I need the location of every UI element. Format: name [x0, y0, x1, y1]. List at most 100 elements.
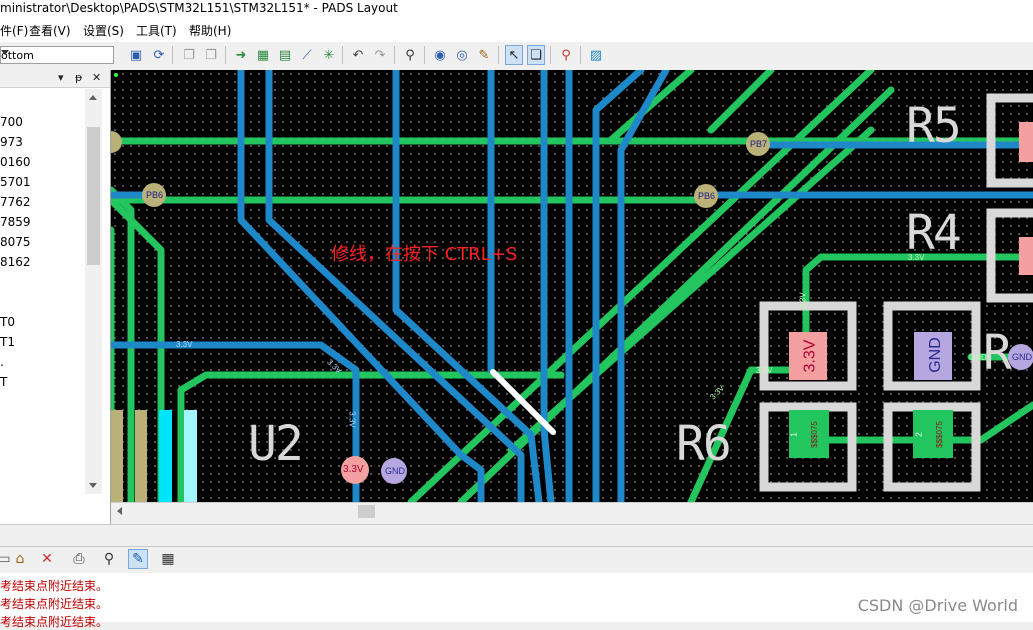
u2-pin [135, 410, 147, 502]
pad-r4 [1019, 237, 1033, 275]
print-icon[interactable]: ⎙ [69, 549, 89, 569]
delete-icon[interactable]: ✕ [37, 549, 57, 569]
layer-select[interactable]: ottom [0, 46, 114, 64]
grid-icon[interactable]: ▦ [158, 549, 178, 569]
title-bar: ministrator\Desktop\PADS\STM32L151\STM32… [0, 0, 1033, 18]
net-label: GND [1012, 352, 1032, 362]
pcb-canvas[interactable]: PB7 PB6 PB6 3.3V GND GND 3.3V 3.3V 3.3V … [111, 70, 1033, 502]
via-left-edge [111, 131, 122, 153]
home-icon[interactable]: ⌂ [10, 549, 30, 569]
list-item[interactable]: 8075 [0, 235, 31, 249]
toolbar-separator [498, 46, 499, 64]
panel-menu-icon[interactable]: ▾ [58, 71, 64, 84]
list-item[interactable]: T1 [0, 335, 15, 349]
pin-icon[interactable]: ᵽ [75, 71, 82, 84]
list-item[interactable]: T [0, 375, 7, 389]
menu-bar: 件(F) 查看(V) 设置(S) 工具(T) 帮助(H) [0, 18, 1033, 42]
watermark: CSDN @Drive World [857, 596, 1018, 615]
list-item[interactable]: 7859 [0, 215, 31, 229]
drc-icon[interactable]: ⚲ [557, 45, 575, 65]
list-item[interactable]: 0160 [0, 155, 31, 169]
canvas-horizontal-scrollbar[interactable] [111, 502, 1033, 520]
menu-file[interactable]: 件(F) [0, 22, 28, 39]
silkscreen-u2: U2 [248, 416, 304, 472]
status-area [0, 524, 1033, 547]
scroll-up-icon[interactable] [89, 95, 97, 100]
undo-icon[interactable]: ↶ [349, 45, 367, 65]
menu-view[interactable]: 查看(V) [29, 22, 71, 39]
list-item[interactable]: 700 [0, 115, 23, 129]
net-label: 3.3V [343, 464, 364, 475]
net-label: 3.3V [176, 340, 193, 349]
list-item[interactable]: 7762 [0, 195, 31, 209]
view-icon[interactable]: ◉ [431, 45, 449, 65]
toolbar-separator [225, 46, 226, 64]
chevron-down-icon [1, 50, 9, 55]
pen-icon[interactable]: ✎ [128, 549, 148, 569]
select-mode-icon[interactable]: ↖ [505, 45, 523, 65]
close-icon[interactable]: ✕ [92, 71, 101, 84]
plane-icon[interactable]: ▦ [254, 45, 272, 65]
blue-trace [392, 70, 543, 502]
route-icon[interactable]: ➜ [232, 45, 250, 65]
u2-pin [111, 410, 123, 502]
u2-pin-selected [184, 410, 197, 502]
wand-icon[interactable]: ✎ [475, 45, 493, 65]
panel-header: ▾ ᵽ ✕ [0, 70, 110, 88]
list-item[interactable]: 8162 [0, 255, 31, 269]
annotation-text: 修线，在按下 CTRL+S [331, 244, 518, 265]
find-icon[interactable]: ⚲ [99, 549, 119, 569]
pad-label: $$$075 [809, 421, 819, 448]
toolbar-separator [172, 46, 173, 64]
net-label: 3.3V [347, 411, 357, 428]
refresh-icon[interactable]: ⟳ [150, 45, 168, 65]
menu-setup[interactable]: 设置(S) [83, 22, 124, 39]
list-item[interactable]: . [0, 355, 4, 369]
blue-trace [111, 341, 360, 502]
silkscreen-r6: R6 [676, 416, 732, 472]
scroll-left-icon[interactable] [117, 507, 122, 515]
toolbar-separator [342, 46, 343, 64]
scroll-down-icon[interactable] [89, 483, 97, 488]
paste-icon[interactable]: ❐ [202, 45, 220, 65]
toolbar-separator [394, 46, 395, 64]
output-line: 考结束点附近结束。 [0, 579, 109, 593]
net-label: PB6 [698, 191, 716, 201]
menu-help[interactable]: 帮助(H) [189, 22, 231, 39]
design-rules-icon[interactable]: ▤ [276, 45, 294, 65]
window-title: ministrator\Desktop\PADS\STM32L151\STM32… [0, 1, 398, 15]
output-line: 考结束点附近结束。 [0, 597, 109, 611]
pad-label: 1 [789, 432, 799, 437]
pad-label: 3.3V [801, 339, 819, 373]
pad-r5 [1019, 122, 1033, 162]
zoom-icon[interactable]: ⚲ [401, 45, 419, 65]
u2-pin-selected [159, 410, 172, 502]
toolbar-separator [580, 46, 581, 64]
silkscreen-r4: R4 [906, 205, 962, 261]
properties-icon[interactable]: ▣ [127, 45, 145, 65]
green-trace [507, 126, 875, 454]
menu-tools[interactable]: 工具(T) [136, 22, 177, 39]
window-icon[interactable]: ❏ [527, 45, 545, 65]
output-toolbar [0, 546, 1033, 574]
star-icon[interactable]: ✳ [320, 45, 338, 65]
pad-label: 2 [914, 432, 924, 437]
rotate-view-icon[interactable]: ◎ [453, 45, 471, 65]
pad-label: $$$075 [934, 421, 944, 448]
redo-icon[interactable]: ↷ [371, 45, 389, 65]
list-item[interactable]: 973 [0, 135, 23, 149]
chart-icon[interactable]: ▨ [587, 45, 605, 65]
panel-vertical-scrollbar[interactable] [85, 89, 102, 494]
copy-icon[interactable]: ❐ [180, 45, 198, 65]
scroll-thumb[interactable] [87, 127, 100, 265]
toolbar-separator [550, 46, 551, 64]
blue-trace [540, 70, 555, 502]
list-item[interactable]: T0 [0, 315, 15, 329]
list-item[interactable]: 5701 [0, 175, 31, 189]
pad-label: GND [926, 337, 944, 373]
scroll-thumb[interactable] [358, 505, 375, 518]
silkscreen-r5: R5 [906, 98, 962, 154]
add-route-icon[interactable]: ⟋ [298, 45, 316, 65]
net-label: GND [385, 466, 405, 476]
green-trace [607, 70, 695, 144]
